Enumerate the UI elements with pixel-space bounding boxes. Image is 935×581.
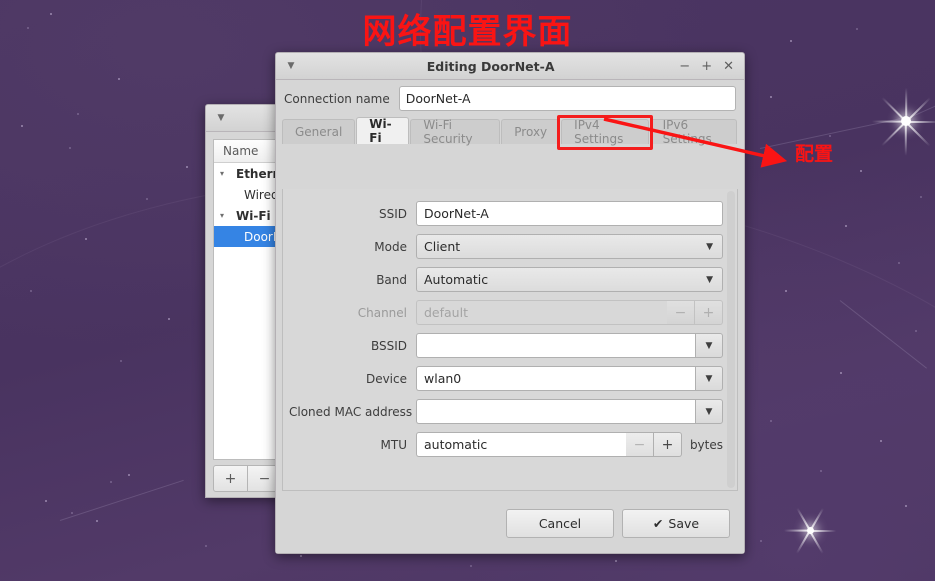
tree-group-label: Wi-Fi (236, 208, 271, 223)
field-row-band: Band Automatic ▼ (283, 263, 737, 296)
channel-increment-button: + (695, 300, 723, 325)
dialog-window-controls[interactable]: − + ✕ (679, 60, 744, 73)
dialog-tabs[interactable]: General Wi-Fi Wi-Fi Security Proxy IPv4 … (276, 115, 744, 150)
device-combo[interactable]: wlan0 ▼ (416, 366, 723, 391)
annotation-pointer-label: 配置 (795, 143, 834, 165)
form-scrollbar[interactable] (727, 191, 735, 488)
ssid-input[interactable]: DoorNet-A (416, 201, 723, 226)
tab-wifi-security[interactable]: Wi-Fi Security (410, 118, 501, 146)
save-button[interactable]: ✔ Save (622, 508, 730, 538)
bssid-combo[interactable]: ▼ (416, 333, 723, 358)
connection-name-label: Connection name (284, 91, 390, 106)
field-row-channel: Channel default − + (283, 296, 737, 329)
chevron-down-icon[interactable]: ▼ (695, 399, 723, 424)
cloned-mac-label: Cloned MAC address (289, 404, 413, 419)
tab-wifi[interactable]: Wi-Fi (356, 117, 410, 145)
field-row-mode: Mode Client ▼ (283, 230, 737, 263)
bssid-input[interactable] (416, 333, 695, 358)
cloned-mac-input[interactable] (416, 399, 695, 424)
save-button-label: Save (668, 515, 700, 531)
editing-dialog[interactable]: ▼ Editing DoorNet-A − + ✕ Connection nam… (275, 52, 745, 554)
twisty-icon[interactable]: ▾ (220, 169, 236, 178)
mtu-input[interactable]: automatic (416, 432, 626, 457)
band-value: Automatic (424, 272, 489, 287)
cloned-mac-combo[interactable]: ▼ (416, 399, 723, 424)
cancel-button[interactable]: Cancel (506, 508, 614, 538)
field-row-mtu: MTU automatic − + bytes (283, 428, 737, 461)
chevron-down-icon[interactable]: ▼ (210, 113, 232, 123)
band-label: Band (376, 272, 407, 287)
mtu-label: MTU (380, 437, 407, 452)
band-select[interactable]: Automatic ▼ (416, 267, 723, 292)
column-header-name: Name (223, 144, 259, 158)
tree-item-label: Wired (244, 187, 279, 202)
twisty-icon[interactable]: ▾ (220, 211, 236, 220)
mtu-spinner[interactable]: automatic − + (416, 432, 682, 457)
field-row-ssid: SSID DoorNet-A (283, 197, 737, 230)
annotation-title: 网络配置界面 (362, 12, 573, 52)
mode-select[interactable]: Client ▼ (416, 234, 723, 259)
mode-label: Mode (374, 239, 407, 254)
channel-decrement-button: − (667, 300, 695, 325)
ssid-label: SSID (378, 206, 407, 221)
chevron-down-icon[interactable]: ▼ (706, 275, 713, 285)
field-row-cloned-mac: Cloned MAC address ▼ (283, 395, 737, 428)
check-icon: ✔ (652, 515, 664, 531)
chevron-down-icon[interactable]: ▼ (280, 61, 302, 71)
device-label: Device (365, 371, 407, 386)
minimize-icon[interactable]: − (679, 60, 690, 73)
channel-input: default (416, 300, 667, 325)
dialog-action-bar: Cancel ✔ Save (276, 493, 744, 553)
tab-proxy[interactable]: Proxy (501, 119, 561, 144)
bssid-label: BSSID (370, 338, 407, 353)
add-connection-button[interactable]: + (213, 465, 248, 492)
dialog-titlebar[interactable]: ▼ Editing DoorNet-A − + ✕ (276, 53, 744, 80)
mode-value: Client (424, 239, 461, 254)
connection-name-input[interactable]: DoorNet-A (398, 86, 736, 111)
dialog-title: Editing DoorNet-A (426, 58, 555, 74)
connection-name-row: Connection name DoorNet-A (276, 80, 744, 116)
mtu-increment-button[interactable]: + (653, 432, 682, 457)
channel-spinner: default − + (416, 300, 723, 325)
mtu-unit-label: bytes (689, 437, 723, 452)
chevron-down-icon[interactable]: ▼ (706, 242, 713, 252)
tab-general[interactable]: General (282, 119, 356, 144)
close-icon[interactable]: ✕ (723, 60, 734, 73)
field-row-bssid: BSSID ▼ (283, 329, 737, 362)
tab-ipv4-settings[interactable]: IPv4 Settings (561, 118, 649, 146)
channel-label: Channel (357, 305, 407, 320)
chevron-down-icon[interactable]: ▼ (695, 333, 723, 358)
mtu-decrement-button[interactable]: − (625, 432, 654, 457)
chevron-down-icon[interactable]: ▼ (695, 366, 723, 391)
maximize-icon[interactable]: + (701, 60, 712, 73)
field-row-device: Device wlan0 ▼ (283, 362, 737, 395)
device-input[interactable]: wlan0 (416, 366, 695, 391)
wifi-settings-form: SSID DoorNet-A Mode Client ▼ Band Automa… (282, 189, 738, 491)
tab-ipv6-settings[interactable]: IPv6 Settings (649, 118, 737, 146)
